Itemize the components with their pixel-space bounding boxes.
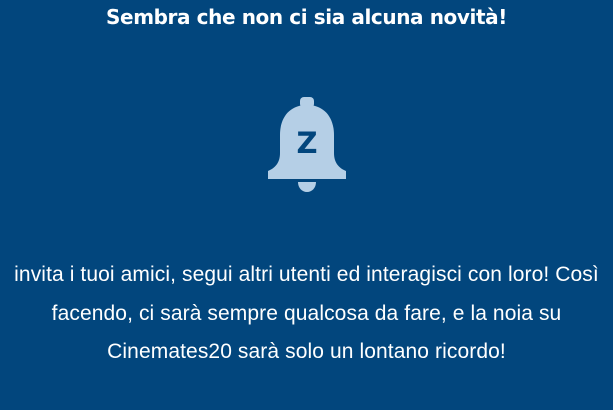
- notifications-empty-state: Sembra che non ci sia alcuna novità! Z i…: [0, 0, 613, 410]
- empty-state-message: invita i tuoi amici, segui altri utenti …: [14, 263, 599, 363]
- bell-z-letter: Z: [296, 126, 317, 160]
- bell-z-icon: Z: [264, 95, 350, 195]
- empty-state-title: Sembra che non ci sia alcuna novità!: [106, 5, 507, 29]
